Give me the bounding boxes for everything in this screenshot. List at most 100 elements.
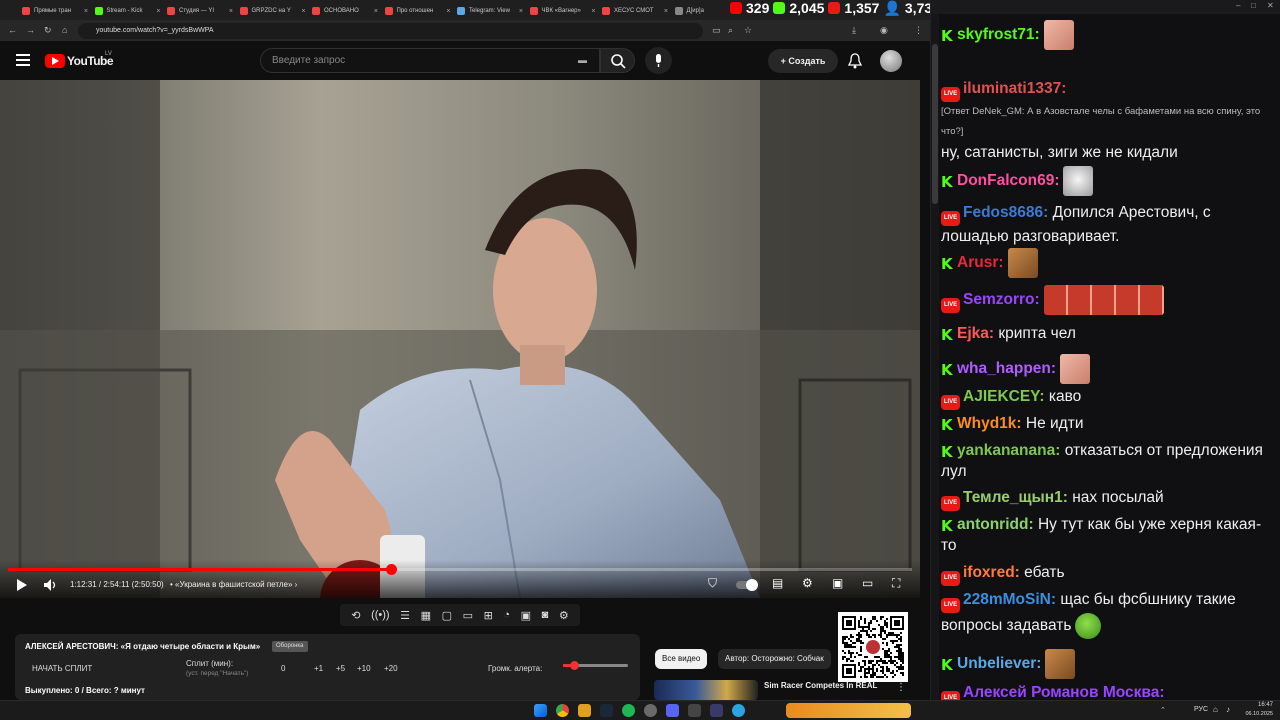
notifications-bell-icon[interactable] xyxy=(848,53,862,69)
play-icon[interactable] xyxy=(16,578,28,592)
widget-progress[interactable] xyxy=(786,703,911,718)
search-button[interactable] xyxy=(600,48,635,73)
bookmark-star-icon[interactable]: ☆ xyxy=(744,25,752,36)
telegram-icon[interactable] xyxy=(732,704,745,717)
chip-author[interactable]: Автор: Осторожно: Собчак xyxy=(718,649,831,669)
theater-mode-icon[interactable]: ▭ xyxy=(862,576,873,590)
split-add-1-button[interactable]: +1 xyxy=(314,664,323,673)
speed-gauge-icon[interactable]: ◔ xyxy=(503,609,510,621)
speaker-icon[interactable]: ♪ xyxy=(1226,705,1230,714)
menu-icon[interactable] xyxy=(16,54,30,66)
youtube-logo-icon[interactable] xyxy=(45,54,65,68)
frame-icon[interactable]: ▣ xyxy=(521,609,531,622)
chat-username[interactable]: Ejka: xyxy=(957,325,994,342)
autoplay-toggle[interactable] xyxy=(736,578,758,592)
recommendation-thumbnail[interactable] xyxy=(654,680,758,700)
tray-chevron-icon[interactable]: ⌃ xyxy=(1160,706,1166,714)
chat-username[interactable]: AJIEKCEY: xyxy=(963,388,1045,405)
tab-close-icon[interactable]: × xyxy=(442,8,450,15)
chat-scrollbar-thumb[interactable] xyxy=(932,44,938,204)
spotify-icon[interactable] xyxy=(622,704,635,717)
add-screen-icon[interactable]: ⊞ xyxy=(484,609,493,622)
tab-close-icon[interactable]: × xyxy=(152,8,160,15)
settings-gear-icon[interactable]: ⚙ xyxy=(802,576,813,590)
app-icon[interactable] xyxy=(644,704,657,717)
media-player-icon[interactable] xyxy=(688,704,701,717)
folder-icon[interactable] xyxy=(578,704,591,717)
alert-volume-slider[interactable] xyxy=(563,661,628,670)
tab-close-icon[interactable]: × xyxy=(587,8,595,15)
cast-icon[interactable]: ▭ xyxy=(712,25,721,36)
tab-close-icon[interactable]: × xyxy=(297,8,305,15)
chat-username[interactable]: ifoxred: xyxy=(963,564,1020,581)
screenshot-camera-icon[interactable]: ◙ xyxy=(542,609,549,621)
chat-username[interactable]: Unbeliever: xyxy=(957,655,1041,672)
recommendation-title[interactable]: Sim Racer Competes In REAL xyxy=(764,681,877,690)
progress-bar[interactable] xyxy=(8,564,912,575)
avatar[interactable] xyxy=(880,50,902,72)
browser-tab[interactable]: ХЕСУС СМОТ × xyxy=(602,3,668,19)
chat-scrollbar[interactable] xyxy=(931,14,939,700)
crop-icon[interactable]: ▢ xyxy=(442,609,452,622)
home-icon[interactable]: ⌂ xyxy=(62,25,67,35)
search-input[interactable]: Введите запрос xyxy=(260,48,600,73)
steam-icon[interactable] xyxy=(600,704,613,717)
chat-username[interactable]: 228mMoSiN: xyxy=(963,591,1056,608)
chat-username[interactable]: antonridd: xyxy=(957,516,1034,533)
subtitles-icon[interactable]: ▤ xyxy=(772,576,783,590)
voice-search-button[interactable] xyxy=(645,47,672,74)
gear-icon[interactable]: ⚙ xyxy=(559,609,569,622)
maximize-icon[interactable]: □ xyxy=(1251,1,1256,10)
browser-menu-icon[interactable]: ⋮ xyxy=(914,25,923,36)
zoom-icon[interactable]: ⌕ xyxy=(728,25,733,36)
browser-tab[interactable]: Stream - Kick × xyxy=(94,3,161,19)
chat-username[interactable]: Темле_щын1: xyxy=(963,489,1068,506)
chat-username[interactable]: Whyd1k: xyxy=(957,415,1022,432)
address-bar[interactable]: youtube.com/watch?v=_yyrdsBwWPA xyxy=(78,23,703,39)
download-icon[interactable]: ⤓ xyxy=(852,25,856,36)
input-language[interactable]: РУС xyxy=(1194,706,1208,713)
chrome-icon[interactable] xyxy=(556,704,569,717)
split-value-0[interactable]: 0 xyxy=(281,664,285,673)
browser-tab[interactable]: Про отношен × xyxy=(384,3,451,19)
video-player[interactable] xyxy=(0,80,920,598)
chat-username[interactable]: iluminati1337: xyxy=(963,80,1066,97)
qr-code[interactable] xyxy=(838,612,908,682)
chat-username[interactable]: yankananana: xyxy=(957,442,1060,459)
split-add-10-button[interactable]: +10 xyxy=(357,664,371,673)
clock-date[interactable]: 06.10.2025 xyxy=(1243,711,1273,717)
reload-icon[interactable]: ↻ xyxy=(44,25,52,36)
more-options-icon[interactable]: ⋮ xyxy=(896,682,906,693)
back-icon[interactable]: ← xyxy=(8,25,17,35)
network-icon[interactable]: ⌂ xyxy=(1213,705,1218,714)
clapperboard-icon[interactable]: ▦ xyxy=(421,609,431,622)
profile-icon[interactable]: ◉ xyxy=(880,25,888,36)
split-add-5-button[interactable]: +5 xyxy=(336,664,345,673)
tab-close-icon[interactable]: × xyxy=(660,8,668,15)
window-icon[interactable]: ▭ xyxy=(463,609,473,622)
loop-icon[interactable]: ⟲ xyxy=(351,609,360,622)
tab-close-icon[interactable]: × xyxy=(80,8,88,15)
browser-tab[interactable]: ОСНОВАНО × xyxy=(312,3,378,19)
playlist-icon[interactable]: ☰ xyxy=(400,609,410,622)
chat-username[interactable]: skyfrost71: xyxy=(957,26,1040,43)
browser-tab[interactable]: Прямые тран × xyxy=(22,3,88,19)
chat-username[interactable]: Fedos8686: xyxy=(963,204,1048,221)
split-add-20-button[interactable]: +20 xyxy=(384,664,398,673)
browser-tab[interactable]: ЧВК «Вагнер» × xyxy=(529,3,596,19)
discord-icon[interactable] xyxy=(666,704,679,717)
browser-tab[interactable]: GRPZDC на Y × xyxy=(239,3,306,19)
tab-close-icon[interactable]: × xyxy=(515,8,523,15)
chapter-title[interactable]: • «Украина в фашистской петле» › xyxy=(170,580,297,589)
forward-icon[interactable]: → xyxy=(26,25,35,35)
minimize-icon[interactable]: – xyxy=(1236,1,1240,10)
shield-icon[interactable]: ⛉ xyxy=(708,576,717,591)
chat-username[interactable]: DonFalcon69: xyxy=(957,172,1059,189)
broadcast-icon[interactable]: ((•)) xyxy=(371,609,390,621)
create-button[interactable]: + Создать xyxy=(768,49,838,73)
tab-close-icon[interactable]: × xyxy=(370,8,378,15)
chat-username[interactable]: Semzorro: xyxy=(963,291,1040,308)
alert-volume-knob[interactable] xyxy=(569,661,579,670)
browser-tab[interactable]: Студия — YI × xyxy=(167,3,233,19)
volume-icon[interactable] xyxy=(43,578,57,592)
